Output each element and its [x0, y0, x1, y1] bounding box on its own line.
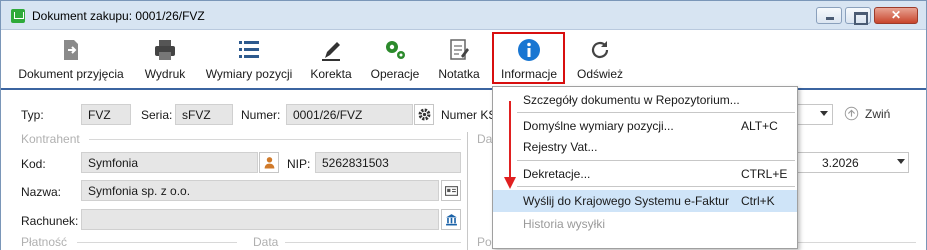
- gears-icon: [386, 41, 405, 59]
- note-icon: [450, 39, 469, 60]
- maximize-button[interactable]: [845, 7, 871, 25]
- right-dropdown[interactable]: [797, 104, 833, 125]
- toolbar: Dokument przyjęcia Wydruk Wymiary pozycj…: [1, 30, 926, 90]
- menu-item-send-history: Historia wysyłki: [493, 213, 797, 235]
- menu-item-send-ksef[interactable]: Wyślij do Krajowego Systemu e-Faktur Ctr…: [493, 190, 797, 212]
- column-divider: [467, 132, 468, 250]
- contractor-card-button[interactable]: [441, 180, 461, 201]
- rachunek-label: Rachunek:: [21, 214, 79, 228]
- contractor-select-button[interactable]: [259, 152, 279, 173]
- nip-label: NIP:: [287, 157, 311, 171]
- info-dropdown-menu: Szczegóły dokumentu w Repozytorium... Do…: [492, 86, 798, 249]
- divider: [89, 139, 461, 140]
- collapse-label: Zwiń: [865, 106, 891, 121]
- kod-label: Kod:: [21, 157, 46, 171]
- chevron-down-icon: [820, 111, 828, 116]
- toolbar-note-button[interactable]: Notatka: [433, 34, 485, 86]
- nip-field[interactable]: 5262831503: [315, 152, 461, 173]
- toolbar-label: Wydruk: [144, 67, 186, 81]
- toolbar-document-receipt-button[interactable]: Dokument przyjęcia: [11, 34, 131, 86]
- toolbar-label: Odśwież: [576, 67, 623, 81]
- toolbar-label: Wymiary pozycji: [205, 67, 293, 81]
- rachunek-field[interactable]: [81, 209, 439, 230]
- printer-icon: [155, 40, 175, 60]
- close-button[interactable]: ✕: [874, 7, 918, 24]
- typ-field[interactable]: FVZ: [81, 104, 131, 125]
- menu-item-label: Domyślne wymiary pozycji...: [523, 119, 674, 133]
- menu-item-repository-details[interactable]: Szczegóły dokumentu w Repozytorium...: [493, 89, 797, 111]
- bank-icon: [445, 214, 457, 226]
- toolbar-label: Dokument przyjęcia: [18, 67, 124, 81]
- menu-item-shortcut: CTRL+E: [741, 167, 788, 181]
- platnosc-section-label: Płatność: [21, 235, 68, 249]
- date-field[interactable]: 3.2026: [797, 152, 909, 173]
- data-section-label: Data: [253, 235, 279, 249]
- menu-item-label: Historia wysyłki: [523, 217, 606, 231]
- close-icon: ✕: [890, 8, 902, 22]
- toolbar-operations-button[interactable]: Operacje: [365, 34, 425, 86]
- menu-item-shortcut: ALT+C: [741, 119, 778, 133]
- toolbar-label: Korekta: [310, 67, 352, 81]
- toolbar-label: Operacje: [370, 67, 420, 81]
- menu-item-label: Dekretacje...: [523, 167, 591, 181]
- refresh-icon: [591, 41, 609, 59]
- toolbar-label: Notatka: [438, 67, 480, 81]
- data-section-label-partial: Da: [477, 132, 493, 146]
- kontrahent-section-label: Kontrahent: [21, 132, 80, 146]
- window-title: Dokument zakupu: 0001/26/FVZ: [32, 9, 205, 23]
- annotation-arrow: [509, 101, 511, 179]
- numer-label: Numer:: [241, 108, 281, 122]
- person-icon: [264, 157, 274, 169]
- minimize-button[interactable]: [816, 7, 842, 24]
- seria-label: Seria:: [141, 108, 173, 122]
- divider: [285, 242, 461, 243]
- bank-button[interactable]: [441, 209, 461, 230]
- nazwa-label: Nazwa:: [21, 185, 62, 199]
- divider: [77, 242, 237, 243]
- kod-field[interactable]: Symfonia: [81, 152, 258, 173]
- info-button-highlight: [492, 32, 565, 84]
- numbering-settings-button[interactable]: [414, 104, 434, 125]
- menu-item-decrees[interactable]: Dekretacje... CTRL+E: [493, 163, 797, 185]
- document-receipt-icon: [64, 40, 78, 60]
- annotation-arrow-head: [504, 177, 516, 189]
- menu-separator: [517, 186, 795, 187]
- toolbar-dimensions-button[interactable]: Wymiary pozycji: [201, 34, 297, 86]
- pen-icon: [322, 42, 340, 61]
- window-controls: ✕: [816, 7, 918, 25]
- collapse-button[interactable]: Zwiń: [844, 106, 890, 121]
- menu-item-shortcut: Ctrl+K: [741, 194, 775, 208]
- typ-label: Typ:: [21, 108, 44, 122]
- title-bar: Dokument zakupu: 0001/26/FVZ ✕: [1, 1, 926, 30]
- toolbar-print-button[interactable]: Wydruk: [135, 34, 195, 86]
- basket-icon: [11, 9, 25, 23]
- menu-item-default-dimensions[interactable]: Domyślne wymiary pozycji... ALT+C: [493, 115, 797, 137]
- toolbar-refresh-button[interactable]: Odśwież: [571, 34, 629, 86]
- chevron-down-icon: [897, 159, 905, 164]
- collapse-up-icon: [844, 106, 859, 121]
- menu-item-label: Wyślij do Krajowego Systemu e-Faktur: [523, 194, 729, 208]
- menu-item-label: Szczegóły dokumentu w Repozytorium...: [523, 93, 740, 107]
- menu-item-label: Rejestry Vat...: [523, 140, 598, 154]
- seria-field[interactable]: sFVZ: [175, 104, 233, 125]
- gear-icon: [418, 108, 430, 121]
- numer-ks-label: Numer KS: [441, 108, 497, 122]
- numer-field[interactable]: 0001/26/FVZ: [286, 104, 413, 125]
- nazwa-field[interactable]: Symfonia sp. z o.o.: [81, 180, 439, 201]
- id-card-icon: [444, 185, 458, 196]
- menu-separator: [517, 112, 795, 113]
- toolbar-correction-button[interactable]: Korekta: [305, 34, 357, 86]
- list-icon: [239, 41, 259, 58]
- menu-item-vat-registers[interactable]: Rejestry Vat...: [493, 136, 797, 158]
- document-window: Dokument zakupu: 0001/26/FVZ ✕ Dokument …: [0, 0, 927, 250]
- menu-separator: [517, 160, 795, 161]
